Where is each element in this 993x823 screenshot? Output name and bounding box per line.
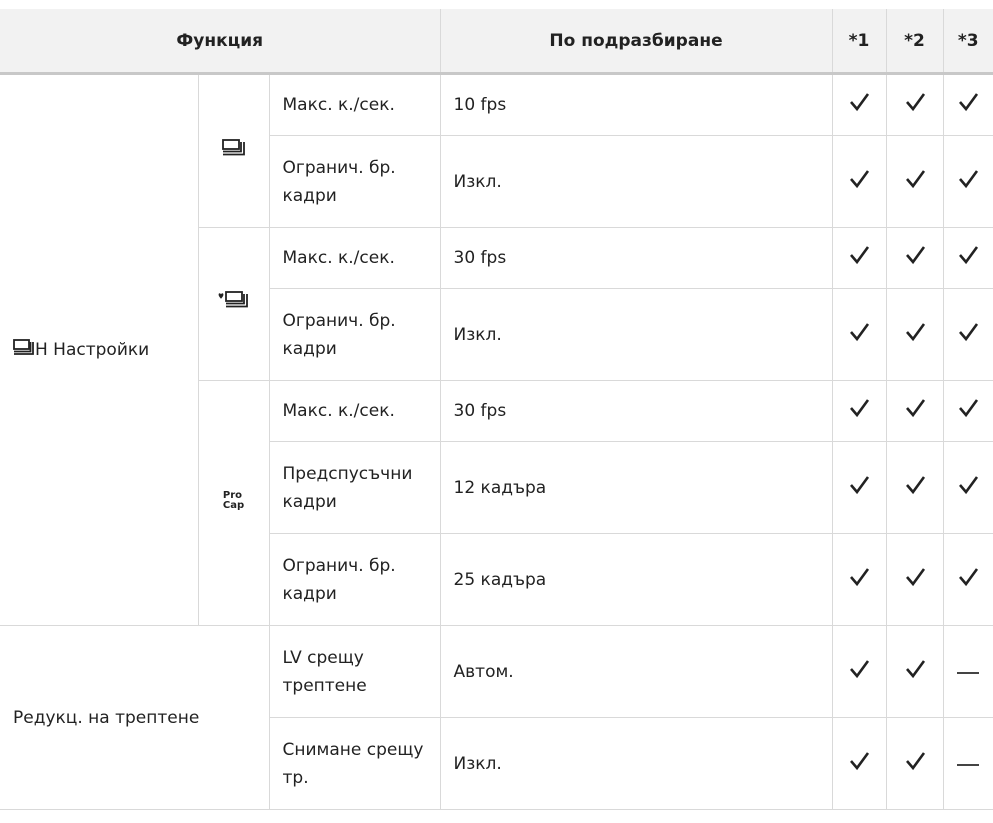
header-row: Функция По подразбиране *1 *2 *3 <box>0 9 993 75</box>
setting-value: Изкл. <box>439 135 833 228</box>
header-default: По подразбиране <box>439 9 833 75</box>
checkmark-icon <box>885 717 944 810</box>
header-function: Функция <box>0 9 441 75</box>
checkmark-icon <box>831 380 887 442</box>
checkmark-icon <box>831 288 887 381</box>
checkmark-icon <box>831 441 887 534</box>
settings-table: Функция По подразбиране *1 *2 *3 Н Настр… <box>0 9 993 810</box>
header-col1: *1 <box>831 9 887 75</box>
setting-value: Изкл. <box>439 717 833 810</box>
setting-name: Огранич. бр. кадри <box>269 533 441 626</box>
group-label: Н Настройки <box>35 340 150 360</box>
header-col2: *2 <box>885 9 944 75</box>
dash-icon <box>942 717 993 810</box>
checkmark-icon <box>885 73 944 136</box>
checkmark-icon <box>885 533 944 626</box>
checkmark-icon <box>885 441 944 534</box>
header-col3: *3 <box>942 9 993 75</box>
setting-value: Изкл. <box>439 288 833 381</box>
checkmark-icon <box>942 135 993 228</box>
checkmark-icon <box>942 73 993 136</box>
setting-value: 30 fps <box>439 227 833 289</box>
checkmark-icon <box>942 533 993 626</box>
table-row: Редукц. на трептене LV срещу трептене Ав… <box>0 625 993 810</box>
subgroup-icon-cell <box>197 73 270 228</box>
checkmark-icon <box>885 135 944 228</box>
checkmark-icon <box>885 288 944 381</box>
group-flicker-reduction: Редукц. на трептене <box>0 625 270 810</box>
procap-icon: Pro Cap <box>223 491 244 511</box>
group-burst-settings: Н Настройки <box>0 73 199 626</box>
dash-icon <box>942 625 993 718</box>
setting-value: 10 fps <box>439 73 833 136</box>
checkmark-icon <box>885 227 944 289</box>
checkmark-icon <box>831 227 887 289</box>
checkmark-icon <box>942 227 993 289</box>
checkmark-icon <box>831 717 887 810</box>
checkmark-icon <box>942 441 993 534</box>
setting-name: Макс. к./сек. <box>268 73 441 136</box>
silent-burst-icon <box>218 290 250 318</box>
setting-value: 30 fps <box>439 380 833 442</box>
setting-name: Огранич. бр. кадри <box>269 135 441 228</box>
setting-value: 12 кадъра <box>439 441 833 534</box>
table-row: Н Настройки Макс. к./сек. 10 fps <box>0 73 993 626</box>
checkmark-icon <box>885 380 944 442</box>
sequential-burst-icon <box>221 137 246 165</box>
subgroup-icon-cell: Pro Cap <box>198 380 270 626</box>
checkmark-icon <box>831 135 887 228</box>
setting-value: 25 кадъра <box>439 533 833 626</box>
checkmark-icon <box>831 533 887 626</box>
checkmark-icon <box>942 380 993 442</box>
setting-value: Автом. <box>439 625 833 718</box>
checkmark-icon <box>885 625 944 718</box>
sequential-burst-icon <box>13 336 35 364</box>
setting-name: LV срещу трептене <box>268 625 441 718</box>
checkmark-icon <box>942 288 993 381</box>
checkmark-icon <box>831 625 887 718</box>
setting-name: Снимане срещу тр. <box>269 717 441 810</box>
checkmark-icon <box>831 73 887 136</box>
setting-name: Огранич. бр. кадри <box>269 288 441 381</box>
setting-name: Макс. к./сек. <box>268 227 441 289</box>
setting-name: Предспусъчни кадри <box>269 441 441 534</box>
subgroup-icon-cell <box>198 227 270 381</box>
procap-line2: Cap <box>222 500 245 511</box>
setting-name: Макс. к./сек. <box>268 380 441 442</box>
